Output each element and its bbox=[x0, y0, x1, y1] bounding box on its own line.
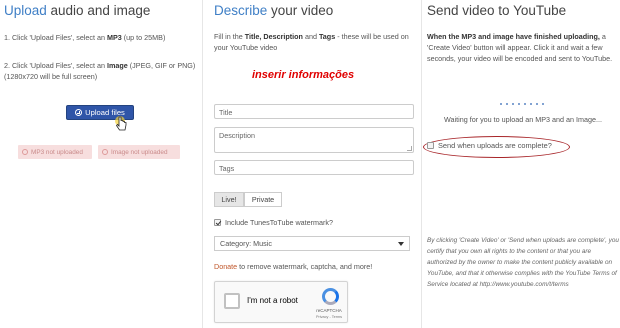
donate-link[interactable]: Donate bbox=[214, 262, 237, 271]
caret-down-icon bbox=[398, 241, 404, 246]
privacy-live-toggle[interactable]: Live! bbox=[214, 192, 244, 207]
title-field[interactable]: Title bbox=[214, 104, 414, 119]
terms-disclaimer: By clicking 'Create Video' or 'Send when… bbox=[427, 237, 619, 288]
waiting-status: Waiting for you to upload an MP3 and an … bbox=[444, 115, 602, 124]
upload-step-2: 2. Click 'Upload Files', select an Image… bbox=[4, 61, 196, 81]
status-dot-icon bbox=[22, 149, 28, 155]
loading-dots-icon bbox=[500, 103, 545, 106]
mp3-status-badge: MP3 not uploaded bbox=[18, 145, 92, 159]
upload-heading: Upload audio and image bbox=[4, 3, 151, 18]
description-field[interactable]: Description bbox=[214, 127, 414, 153]
send-intro: When the MP3 and image have finished upl… bbox=[427, 32, 613, 63]
upload-step-1: 1. Click 'Upload Files', select an MP3 (… bbox=[4, 33, 166, 42]
recaptcha-widget: I'm not a robot reCAPTCHA Privacy - Term… bbox=[214, 281, 348, 323]
plus-circle-icon bbox=[75, 109, 83, 116]
resize-grip-icon[interactable] bbox=[407, 146, 412, 151]
send-heading: Send video to YouTube bbox=[427, 3, 567, 18]
tags-field[interactable]: Tags bbox=[214, 160, 414, 175]
watermark-option[interactable]: Include TunesToTube watermark? bbox=[214, 218, 333, 227]
watermark-checkbox[interactable] bbox=[214, 219, 221, 226]
describe-column: Describe your video Fill in the Title, D… bbox=[204, 0, 422, 328]
send-when-complete-option[interactable]: Send when uploads are complete? bbox=[427, 141, 552, 150]
send-column: Send video to YouTube When the MP3 and i… bbox=[423, 0, 620, 328]
donate-line: Donate to remove watermark, captcha, and… bbox=[214, 262, 373, 271]
recaptcha-logo-icon bbox=[322, 288, 339, 305]
status-dot-icon bbox=[102, 149, 108, 155]
recaptcha-checkbox[interactable] bbox=[224, 293, 240, 309]
annotation-overlay-text: inserir informações bbox=[252, 69, 355, 81]
image-status-badge: Image not uploaded bbox=[98, 145, 180, 159]
privacy-private-toggle[interactable]: Private bbox=[244, 192, 282, 207]
upload-column: Upload audio and image 1. Click 'Upload … bbox=[0, 0, 203, 328]
category-select[interactable]: Category: Music bbox=[214, 236, 410, 251]
hand-pointer-icon bbox=[115, 116, 127, 131]
describe-heading: Describe your video bbox=[214, 3, 334, 18]
describe-intro: Fill in the Title, Description and Tags … bbox=[214, 32, 409, 52]
recaptcha-terms-link[interactable]: Privacy - Terms bbox=[314, 315, 344, 319]
send-when-complete-checkbox[interactable] bbox=[427, 142, 434, 149]
